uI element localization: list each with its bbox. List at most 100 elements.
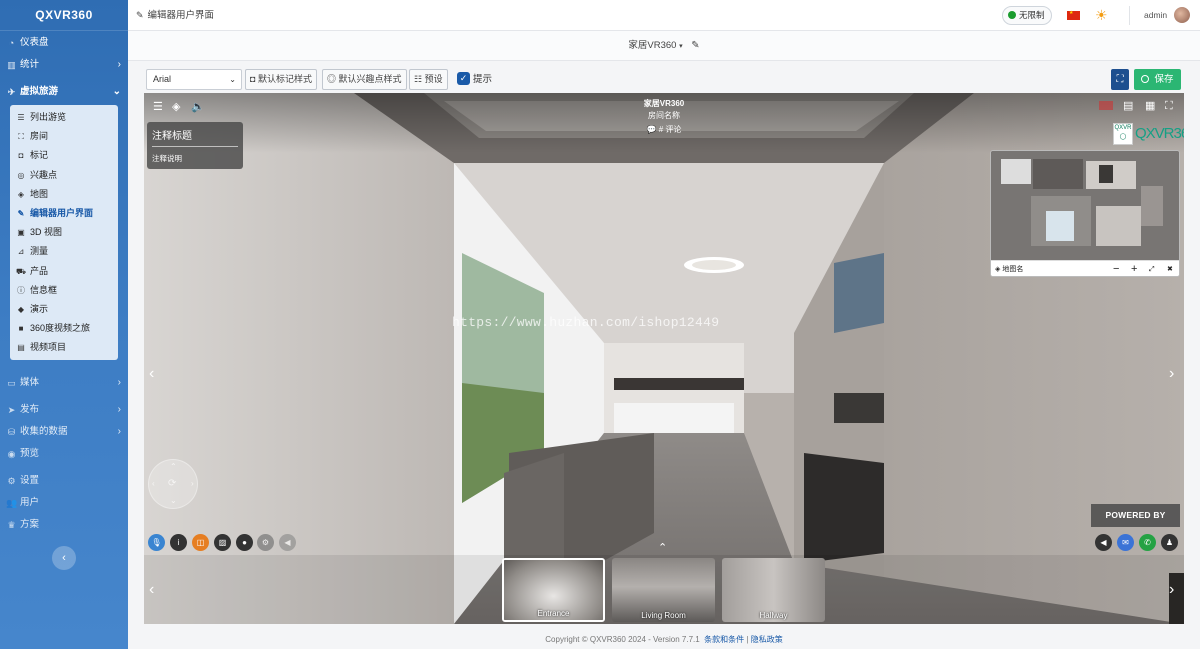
- whatsapp-button[interactable]: ✆: [1139, 534, 1156, 551]
- submenu-item-products[interactable]: ⛟ 产品: [10, 262, 118, 281]
- flag-icon[interactable]: [1099, 101, 1113, 110]
- thumbnail-label: Entrance: [537, 609, 570, 618]
- map-icon[interactable]: ▤: [1123, 100, 1133, 112]
- settings-button[interactable]: ⚙: [257, 534, 274, 551]
- font-select[interactable]: Arial ⌄: [146, 69, 242, 90]
- sidebar-item-virtual-tour[interactable]: ✈ 虚拟旅游 ⌄: [0, 81, 128, 103]
- chevron-right-icon: ›: [117, 426, 121, 438]
- sidebar-item-plans[interactable]: ♛ 方案: [0, 514, 128, 536]
- voice-button[interactable]: 🎙: [148, 534, 165, 551]
- person-icon: ♟: [1165, 538, 1174, 547]
- submenu-item-info-box[interactable]: ⓘ 信息框: [10, 281, 118, 300]
- sidebar-item-preview[interactable]: ◉ 预览: [0, 443, 128, 465]
- page-title: ✎ 编辑器用户界面: [136, 0, 214, 31]
- submenu-item-list-tours[interactable]: ☰ 列出游览: [10, 108, 118, 127]
- submenu-item-editor-ui[interactable]: ✎ 编辑器用户界面: [10, 204, 118, 223]
- sidebar-item-dashboard[interactable]: ◔ 仪表盘: [0, 32, 128, 54]
- location-button[interactable]: ●: [236, 534, 253, 551]
- hint-checkbox[interactable]: ✓: [457, 72, 470, 85]
- arrow-left-icon[interactable]: ‹: [152, 479, 155, 488]
- submenu-item-video-projects[interactable]: ▤ 视频项目: [10, 338, 118, 357]
- sidebar-item-publish[interactable]: ➤ 发布 ›: [0, 399, 128, 421]
- messenger-icon: ✉: [1122, 538, 1129, 547]
- products-button[interactable]: ◫: [192, 534, 209, 551]
- theme-sun-icon[interactable]: ☀: [1095, 7, 1108, 23]
- virtual-tour-submenu: ☰ 列出游览 ⛶ 房间 ◘ 标记 ◎ 兴趣点 ◈ 地图 ✎ 编辑器用户界面 ▣ 3D 视图 ⊿…: [10, 105, 118, 361]
- prev-arrow-icon[interactable]: ‹: [149, 366, 154, 382]
- thumbnail-entrance[interactable]: Entrance: [502, 558, 605, 622]
- info-icon: ⓘ: [17, 285, 25, 295]
- sidebar-collapse-button[interactable]: ‹: [52, 546, 76, 570]
- fullscreen-icon[interactable]: ⛶: [1165, 100, 1173, 112]
- next-arrow-icon[interactable]: ›: [1169, 366, 1174, 382]
- sidebar-item-settings[interactable]: ⚙ 设置: [0, 470, 128, 492]
- submenu-item-label: 演示: [30, 303, 49, 314]
- room-icon: ⛶: [18, 132, 24, 142]
- panorama-viewer[interactable]: ☰ ◈ 🔈 家居VR360 房间名称 💬 # 评论 注释标题 注释说明 ▤ ▦ …: [144, 93, 1184, 624]
- comments-link[interactable]: 💬 # 评论: [144, 124, 1184, 135]
- submenu-item-poi[interactable]: ◎ 兴趣点: [10, 166, 118, 185]
- submenu-item-maps[interactable]: ◈ 地图: [10, 185, 118, 204]
- default-marker-style-button[interactable]: ◘ 默认标记样式: [245, 69, 317, 90]
- sidebar-item-collected-data[interactable]: ⛁ 收集的数据 ›: [0, 421, 128, 443]
- privacy-link[interactable]: 隐私政策: [751, 635, 783, 644]
- messenger-button[interactable]: ✉: [1117, 534, 1134, 551]
- terms-link[interactable]: 条款和条件: [704, 635, 744, 644]
- china-flag-icon[interactable]: ★: [1067, 10, 1080, 20]
- submenu-item-label: 3D 视图: [30, 227, 63, 238]
- floorplan-drawing: [991, 151, 1179, 260]
- avatar[interactable]: [1174, 7, 1190, 23]
- fullscreen-button[interactable]: ⛶: [1111, 69, 1129, 90]
- plan-limit-badge[interactable]: 无限制: [1002, 6, 1052, 25]
- sidebar-item-stats[interactable]: ▥ 统计 ›: [0, 54, 128, 76]
- submenu-item-measure[interactable]: ⊿ 测量: [10, 242, 118, 261]
- thumbs-next-icon[interactable]: ›: [1169, 582, 1174, 598]
- submenu-item-markers[interactable]: ◘ 标记: [10, 146, 118, 165]
- submenu-item-3d-view[interactable]: ▣ 3D 视图: [10, 223, 118, 242]
- arrow-right-icon[interactable]: ›: [191, 479, 194, 488]
- thumbnail-living-room[interactable]: Living Room: [612, 558, 715, 622]
- thumbnail-hallway[interactable]: Hallway: [722, 558, 825, 622]
- expand-icon[interactable]: ⤢: [1149, 261, 1155, 276]
- contact-button[interactable]: ♟: [1161, 534, 1178, 551]
- submenu-item-presentation[interactable]: ◆ 演示: [10, 300, 118, 319]
- edit-icon[interactable]: ✎: [691, 40, 699, 51]
- preset-button[interactable]: ☷ 预设: [409, 69, 448, 90]
- palette-icon: ✎: [136, 10, 144, 20]
- submenu-item-360-video-tour[interactable]: ■ 360度视频之旅: [10, 319, 118, 338]
- default-poi-style-button[interactable]: ◎ 默认兴趣点样式: [322, 69, 407, 90]
- zoom-in-icon[interactable]: +: [1131, 261, 1137, 276]
- marker-icon: ◘: [18, 151, 24, 161]
- presentation-icon: ◆: [17, 304, 25, 314]
- sidebar-item-users[interactable]: 👥 用户: [0, 492, 128, 514]
- tour-selector[interactable]: 家居VR360 ▾: [628, 40, 682, 51]
- navigation-joystick[interactable]: ⌃ ⌄ ‹ › ⟳: [148, 459, 198, 509]
- zoom-out-icon[interactable]: −: [1113, 261, 1119, 276]
- share-announce-button[interactable]: ◀: [1095, 534, 1112, 551]
- sidebar-item-media[interactable]: ▭ 媒体 ›: [0, 372, 128, 394]
- arrow-down-icon[interactable]: ⌄: [170, 496, 177, 505]
- arrow-up-icon[interactable]: ⌃: [170, 462, 177, 471]
- topbar: ✎ 编辑器用户界面 无限制 ★ ☀ admin: [128, 0, 1200, 31]
- chevron-right-icon: ›: [117, 377, 121, 389]
- sidebar: QXVR360 ◔ 仪表盘 ▥ 统计 › ✈ 虚拟旅游 ⌄ ☰ 列出游览 ⛶ 房间 ◘ 标记 ◎…: [0, 0, 128, 649]
- gallery-button[interactable]: ▨: [214, 534, 231, 551]
- circle-icon: [1141, 75, 1150, 83]
- save-button[interactable]: 保存: [1134, 69, 1181, 90]
- submenu-item-rooms[interactable]: ⛶ 房间: [10, 127, 118, 146]
- chevron-up-icon[interactable]: ⌃: [658, 542, 667, 554]
- reset-icon[interactable]: ⟳: [168, 478, 176, 489]
- logo-small-text: QXVR: [1114, 125, 1132, 131]
- close-icon[interactable]: ✖: [1167, 261, 1173, 276]
- submenu-item-label: 房间: [30, 131, 49, 142]
- announce-button[interactable]: ◀: [279, 534, 296, 551]
- brand-logo[interactable]: QXVR360: [0, 0, 128, 31]
- sidebar-item-label: 设置: [20, 475, 40, 487]
- thumbs-prev-icon[interactable]: ‹: [149, 582, 154, 598]
- minimap[interactable]: ◈ 地图名 − + ⤢ ✖: [990, 150, 1180, 277]
- user-name[interactable]: admin: [1144, 0, 1167, 31]
- info-button[interactable]: i: [170, 534, 187, 551]
- logo-circle-icon: ◯: [1119, 134, 1127, 140]
- floorplan-icon[interactable]: ▦: [1145, 100, 1155, 112]
- sidebar-item-label: 收集的数据: [20, 426, 68, 438]
